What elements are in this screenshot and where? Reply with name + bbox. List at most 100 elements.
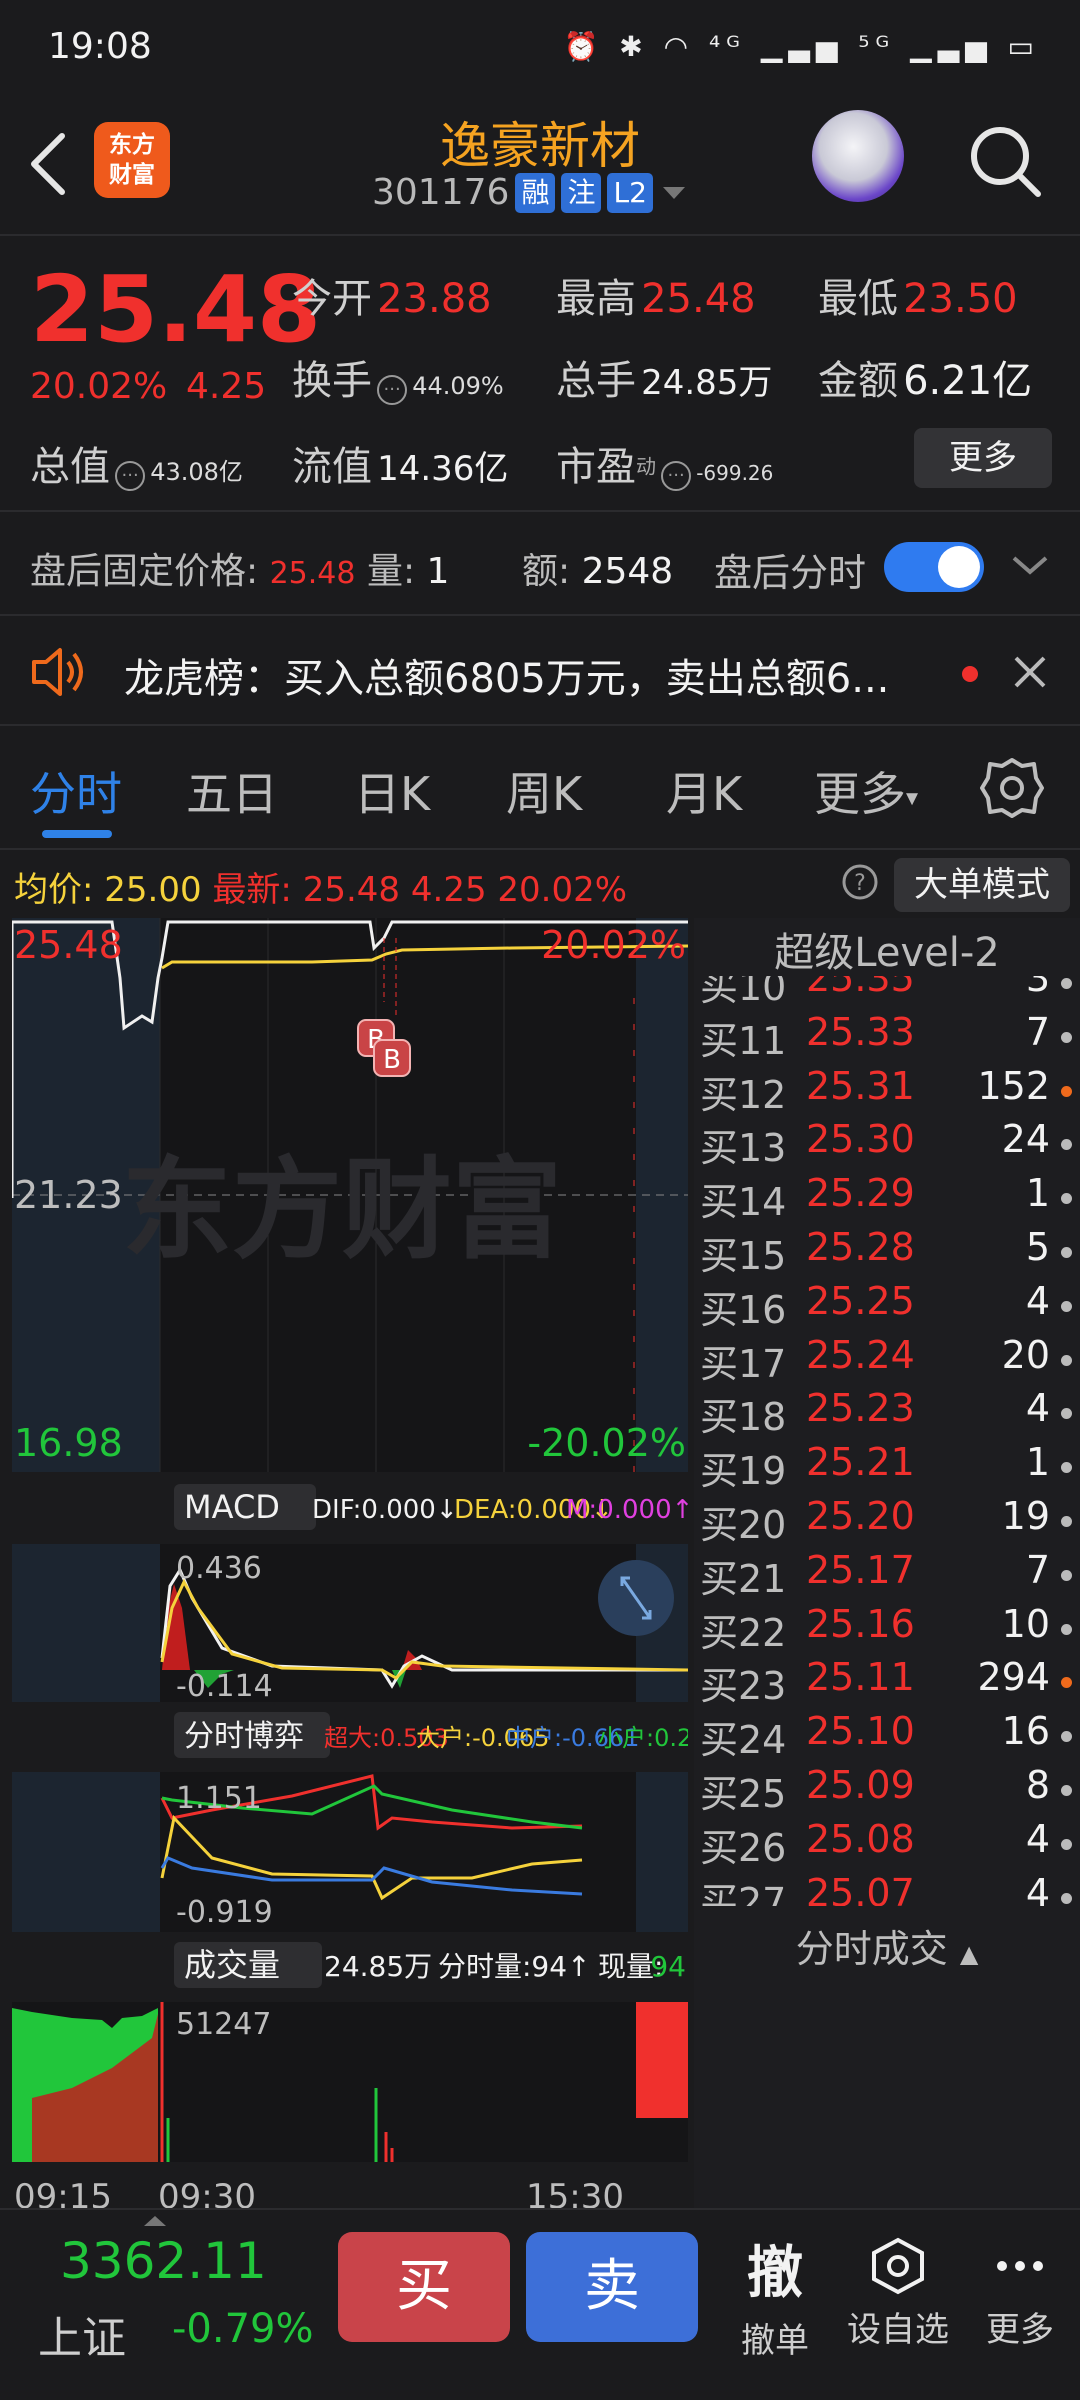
bid-level-label: 买18 [700,1395,787,1440]
svg-text:?: ? [854,871,866,896]
chart-area[interactable]: 东方财富 25.48 20.02% 21.23 16.98 -20.02% B … [10,918,723,2217]
tab-intraday[interactable]: 分时 [30,758,122,824]
order-size-dot [1061,1031,1072,1043]
pe-stat[interactable]: 市盈动 ··· -699.26 [556,434,773,492]
more-menu-button[interactable]: 更多 [972,2236,1068,2351]
bid-price: 25.23 [806,1386,915,1431]
big-order-mode-button[interactable]: 大单模式 [894,858,1070,912]
volume-value: 24.85万 [641,363,773,403]
more-quote-button[interactable]: 更多 [914,428,1052,488]
order-book-row[interactable]: 买17 25.24 20 [694,1333,1080,1387]
price-axis-top: 25.48 [14,923,123,967]
tab-five-day[interactable]: 五日 [186,758,278,824]
order-book-row[interactable]: 买10 25.35 3 [694,976,1080,1010]
order-size-dot [1061,1408,1072,1420]
tab-monthly-k[interactable]: 月K [666,758,742,824]
buy-button[interactable]: 买 [338,2232,510,2342]
order-book-row[interactable]: 买16 25.25 4 [694,1279,1080,1333]
registration-tag: 注 [561,172,602,213]
volume-total: 24.85万 [324,1950,432,1983]
tab-daily-k[interactable]: 日K [354,758,430,824]
price-axis-mid: 21.23 [14,1173,123,1217]
search-button[interactable] [964,120,1044,200]
turnover-stat[interactable]: 换手 ··· 44.09% [292,348,504,406]
order-book-row[interactable]: 买15 25.28 5 [694,1225,1080,1279]
bid-price: 25.33 [806,1009,915,1054]
boyi-small: 小户:0.223 [598,1724,688,1752]
help-icon[interactable]: ? [840,862,880,902]
watchlist-icon [872,2237,924,2295]
bid-price: 25.31 [806,1063,915,1108]
volume-now: 94 [650,1950,686,1983]
change-amount: 4.25 [186,366,267,407]
order-size-dot [1061,1731,1072,1743]
sell-button[interactable]: 卖 [526,2232,698,2342]
order-book-row[interactable]: 买22 25.16 10 [694,1602,1080,1656]
level2-order-book[interactable]: 超级Level-2 买10 25.35 3 买11 25.33 7 买12 25.31 152 买… [694,918,1080,2208]
bid-level-label: 买15 [700,1234,787,1278]
index-value[interactable]: 3362.11 [60,2232,267,2290]
bid-volume: 4 [1025,1386,1050,1431]
stock-code-row[interactable]: 301176 融 注 L2 [372,172,689,213]
order-book-row[interactable]: 买19 25.21 1 [694,1440,1080,1494]
price-axis-bottom: 16.98 [14,1421,123,1465]
volume-stat: 总手 24.85万 [556,358,773,404]
bid-price: 25.07 [806,1870,915,1906]
after-hours-toggle[interactable] [884,542,984,592]
cancel-icon: 撤 [747,2241,803,2306]
order-book-row[interactable]: 买20 25.20 19 [694,1494,1080,1548]
amount-value: 6.21亿 [903,358,1033,404]
order-book-row[interactable]: 买25 25.09 8 [694,1763,1080,1817]
order-book-row[interactable]: 买18 25.23 4 [694,1386,1080,1440]
more-dots-icon [997,2261,1043,2271]
bid-price: 25.08 [806,1816,915,1861]
tab-weekly-k[interactable]: 周K [506,758,582,824]
bid-volume: 16 [1001,1709,1050,1754]
order-book-row[interactable]: 买26 25.08 4 [694,1817,1080,1871]
pct-axis-bottom: -20.02% [527,1421,686,1465]
tick-trades-header[interactable]: 分时成交 ▲ [694,1918,1080,1973]
bid-volume: 20 [1001,1332,1050,1377]
order-size-dot [1061,1085,1072,1097]
order-size-dot [1061,1516,1072,1527]
bid-price: 25.30 [806,1117,915,1162]
bid-price: 25.35 [806,976,915,1000]
index-change: -0.79% [172,2306,314,2352]
bid-level-label: 买10 [700,976,787,1009]
cancel-order-button[interactable]: 撤 撤单 [732,2228,818,2362]
time-label-open: 09:30 [158,2177,256,2208]
order-book-row[interactable]: 买27 25.07 4 [694,1871,1080,1906]
level2-tag: L2 [607,172,653,213]
order-book-row[interactable]: 买24 25.10 16 [694,1709,1080,1763]
order-book-row[interactable]: 买23 25.11 294 [694,1655,1080,1709]
order-book-row[interactable]: 买12 25.31 152 [694,1064,1080,1118]
chart-tabs: 分时 五日 日K 周K 月K 更多▾ [0,730,1080,846]
order-book-rows[interactable]: 买10 25.35 3 买11 25.33 7 买12 25.31 152 买13 25.30 24 买… [694,976,1080,1906]
market-cap-value: 43.08亿 [150,458,243,486]
tab-more[interactable]: 更多▾ [814,758,918,824]
market-cap-stat[interactable]: 总值 ··· 43.08亿 [30,434,243,492]
close-icon[interactable] [1010,652,1050,692]
open-value: 23.88 [377,276,492,322]
add-watchlist-button[interactable]: 设自选 [838,2236,958,2351]
active-tab-indicator [42,830,112,838]
chevron-down-icon[interactable] [1010,550,1050,580]
macd-axis-bottom: -0.114 [176,1669,273,1704]
bottom-bar: 3362.11 上证 -0.79% 买 卖 撤 撤单 设自选 更多 [0,2208,1080,2400]
watermark: 东方财富 [122,1146,562,1274]
order-book-row[interactable]: 买11 25.33 7 [694,1010,1080,1064]
order-book-row[interactable]: 买21 25.17 7 [694,1548,1080,1602]
order-book-row[interactable]: 买14 25.29 1 [694,1171,1080,1225]
bid-level-label: 买22 [700,1610,787,1655]
bid-level-label: 买26 [700,1825,787,1870]
index-name[interactable]: 上证 [38,2302,126,2366]
dragon-tiger-banner[interactable]: 龙虎榜：买入总额6805万元，卖出总额6... [0,614,1080,726]
search-icon [971,127,1041,197]
gear-icon[interactable] [980,756,1044,820]
order-size-dot [1061,1139,1072,1151]
volume-axis-top: 51247 [176,2007,271,2042]
bid-price: 25.28 [806,1225,915,1269]
assistant-avatar[interactable] [812,110,904,202]
order-book-row[interactable]: 买13 25.30 24 [694,1117,1080,1171]
change-percent: 20.02% [30,366,168,407]
